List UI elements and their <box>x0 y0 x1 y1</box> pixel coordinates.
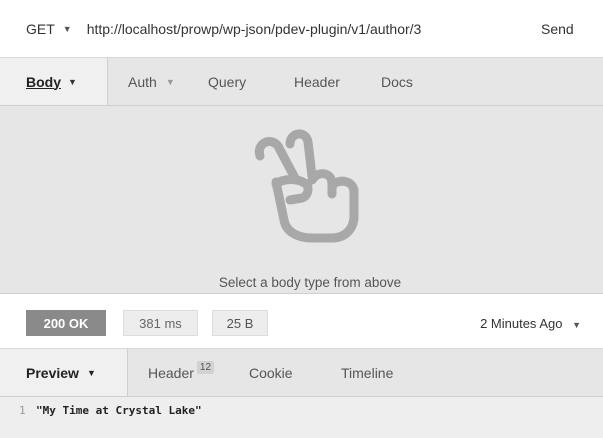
chevron-down-icon: ▼ <box>86 367 96 378</box>
request-tabs: Body ▼ Auth ▼ Query Header Docs <box>0 58 603 106</box>
peace-hand-icon <box>254 129 359 243</box>
response-body-text: "My Time at Crystal Lake" <box>36 404 202 417</box>
tab-response-header-label: Header <box>148 364 194 381</box>
tab-preview-label: Preview <box>26 364 79 381</box>
url-bar: GET ▼ http://localhost/prowp/wp-json/pde… <box>0 0 603 58</box>
response-time-badge: 381 ms <box>123 310 198 336</box>
tab-timeline[interactable]: Timeline <box>341 349 393 396</box>
body-pane: Select a body type from above <box>0 106 603 294</box>
chevron-down-icon: ▼ <box>165 76 175 87</box>
tab-preview[interactable]: Preview ▼ <box>0 349 128 396</box>
line-number: 1 <box>19 404 26 417</box>
tab-response-header[interactable]: Header 12 <box>128 349 249 396</box>
chevron-down-icon: ▼ <box>62 23 72 34</box>
response-preview: 1 "My Time at Crystal Lake" <box>0 397 603 438</box>
tab-body-label: Body <box>26 73 61 90</box>
tab-body[interactable]: Body ▼ <box>0 58 108 105</box>
response-size-badge: 25 B <box>212 310 268 336</box>
chevron-down-icon: ▼ <box>68 76 77 87</box>
url-input[interactable]: http://localhost/prowp/wp-json/pdev-plug… <box>87 21 523 37</box>
response-tabs: Preview ▼ Header 12 Cookie Timeline <box>0 349 603 397</box>
header-count-badge: 12 <box>196 361 215 374</box>
tab-auth-label: Auth <box>128 73 157 90</box>
tab-auth[interactable]: Auth ▼ <box>108 58 206 105</box>
status-badge: 200 OK <box>26 310 106 336</box>
method-label: GET <box>26 20 55 37</box>
history-dropdown[interactable]: 2 Minutes Ago ▼ <box>480 316 581 331</box>
send-button[interactable]: Send <box>523 21 603 37</box>
chevron-down-icon: ▼ <box>572 320 581 330</box>
tab-header[interactable]: Header <box>278 58 373 105</box>
status-bar: 200 OK 381 ms 25 B 2 Minutes Ago ▼ <box>0 294 603 349</box>
method-dropdown[interactable]: GET ▼ <box>0 21 72 37</box>
tab-docs[interactable]: Docs <box>373 58 413 105</box>
tab-query[interactable]: Query <box>206 58 278 105</box>
tab-cookie[interactable]: Cookie <box>249 349 341 396</box>
history-label: 2 Minutes Ago <box>480 316 563 331</box>
body-hint: Select a body type from above <box>218 275 402 290</box>
